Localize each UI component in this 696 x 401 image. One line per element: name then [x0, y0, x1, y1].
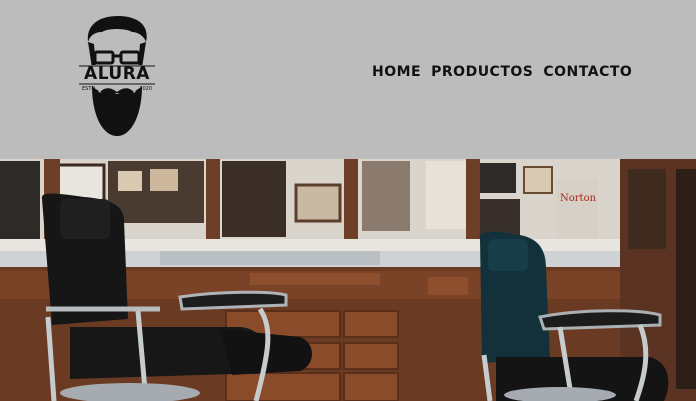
site-header: ALURA ESTD 2020 HOME PRODUCTOS CONTACTO [0, 0, 696, 159]
nav-productos-link[interactable]: PRODUCTOS [431, 64, 533, 80]
main-nav: HOME PRODUCTOS CONTACTO [372, 64, 632, 80]
barbershop-photo: Norton [0, 159, 696, 401]
norton-sign: Norton [560, 193, 597, 204]
brand-name: ALURA [84, 64, 150, 84]
estd-label: ESTD [82, 86, 96, 92]
nav-contacto-link[interactable]: CONTACTO [543, 64, 632, 80]
nav-home-link[interactable]: HOME [372, 64, 421, 80]
brand-logo[interactable]: ALURA ESTD 2020 [78, 14, 156, 138]
hero-image: Norton [0, 159, 696, 401]
estd-year: 2020 [139, 86, 152, 92]
